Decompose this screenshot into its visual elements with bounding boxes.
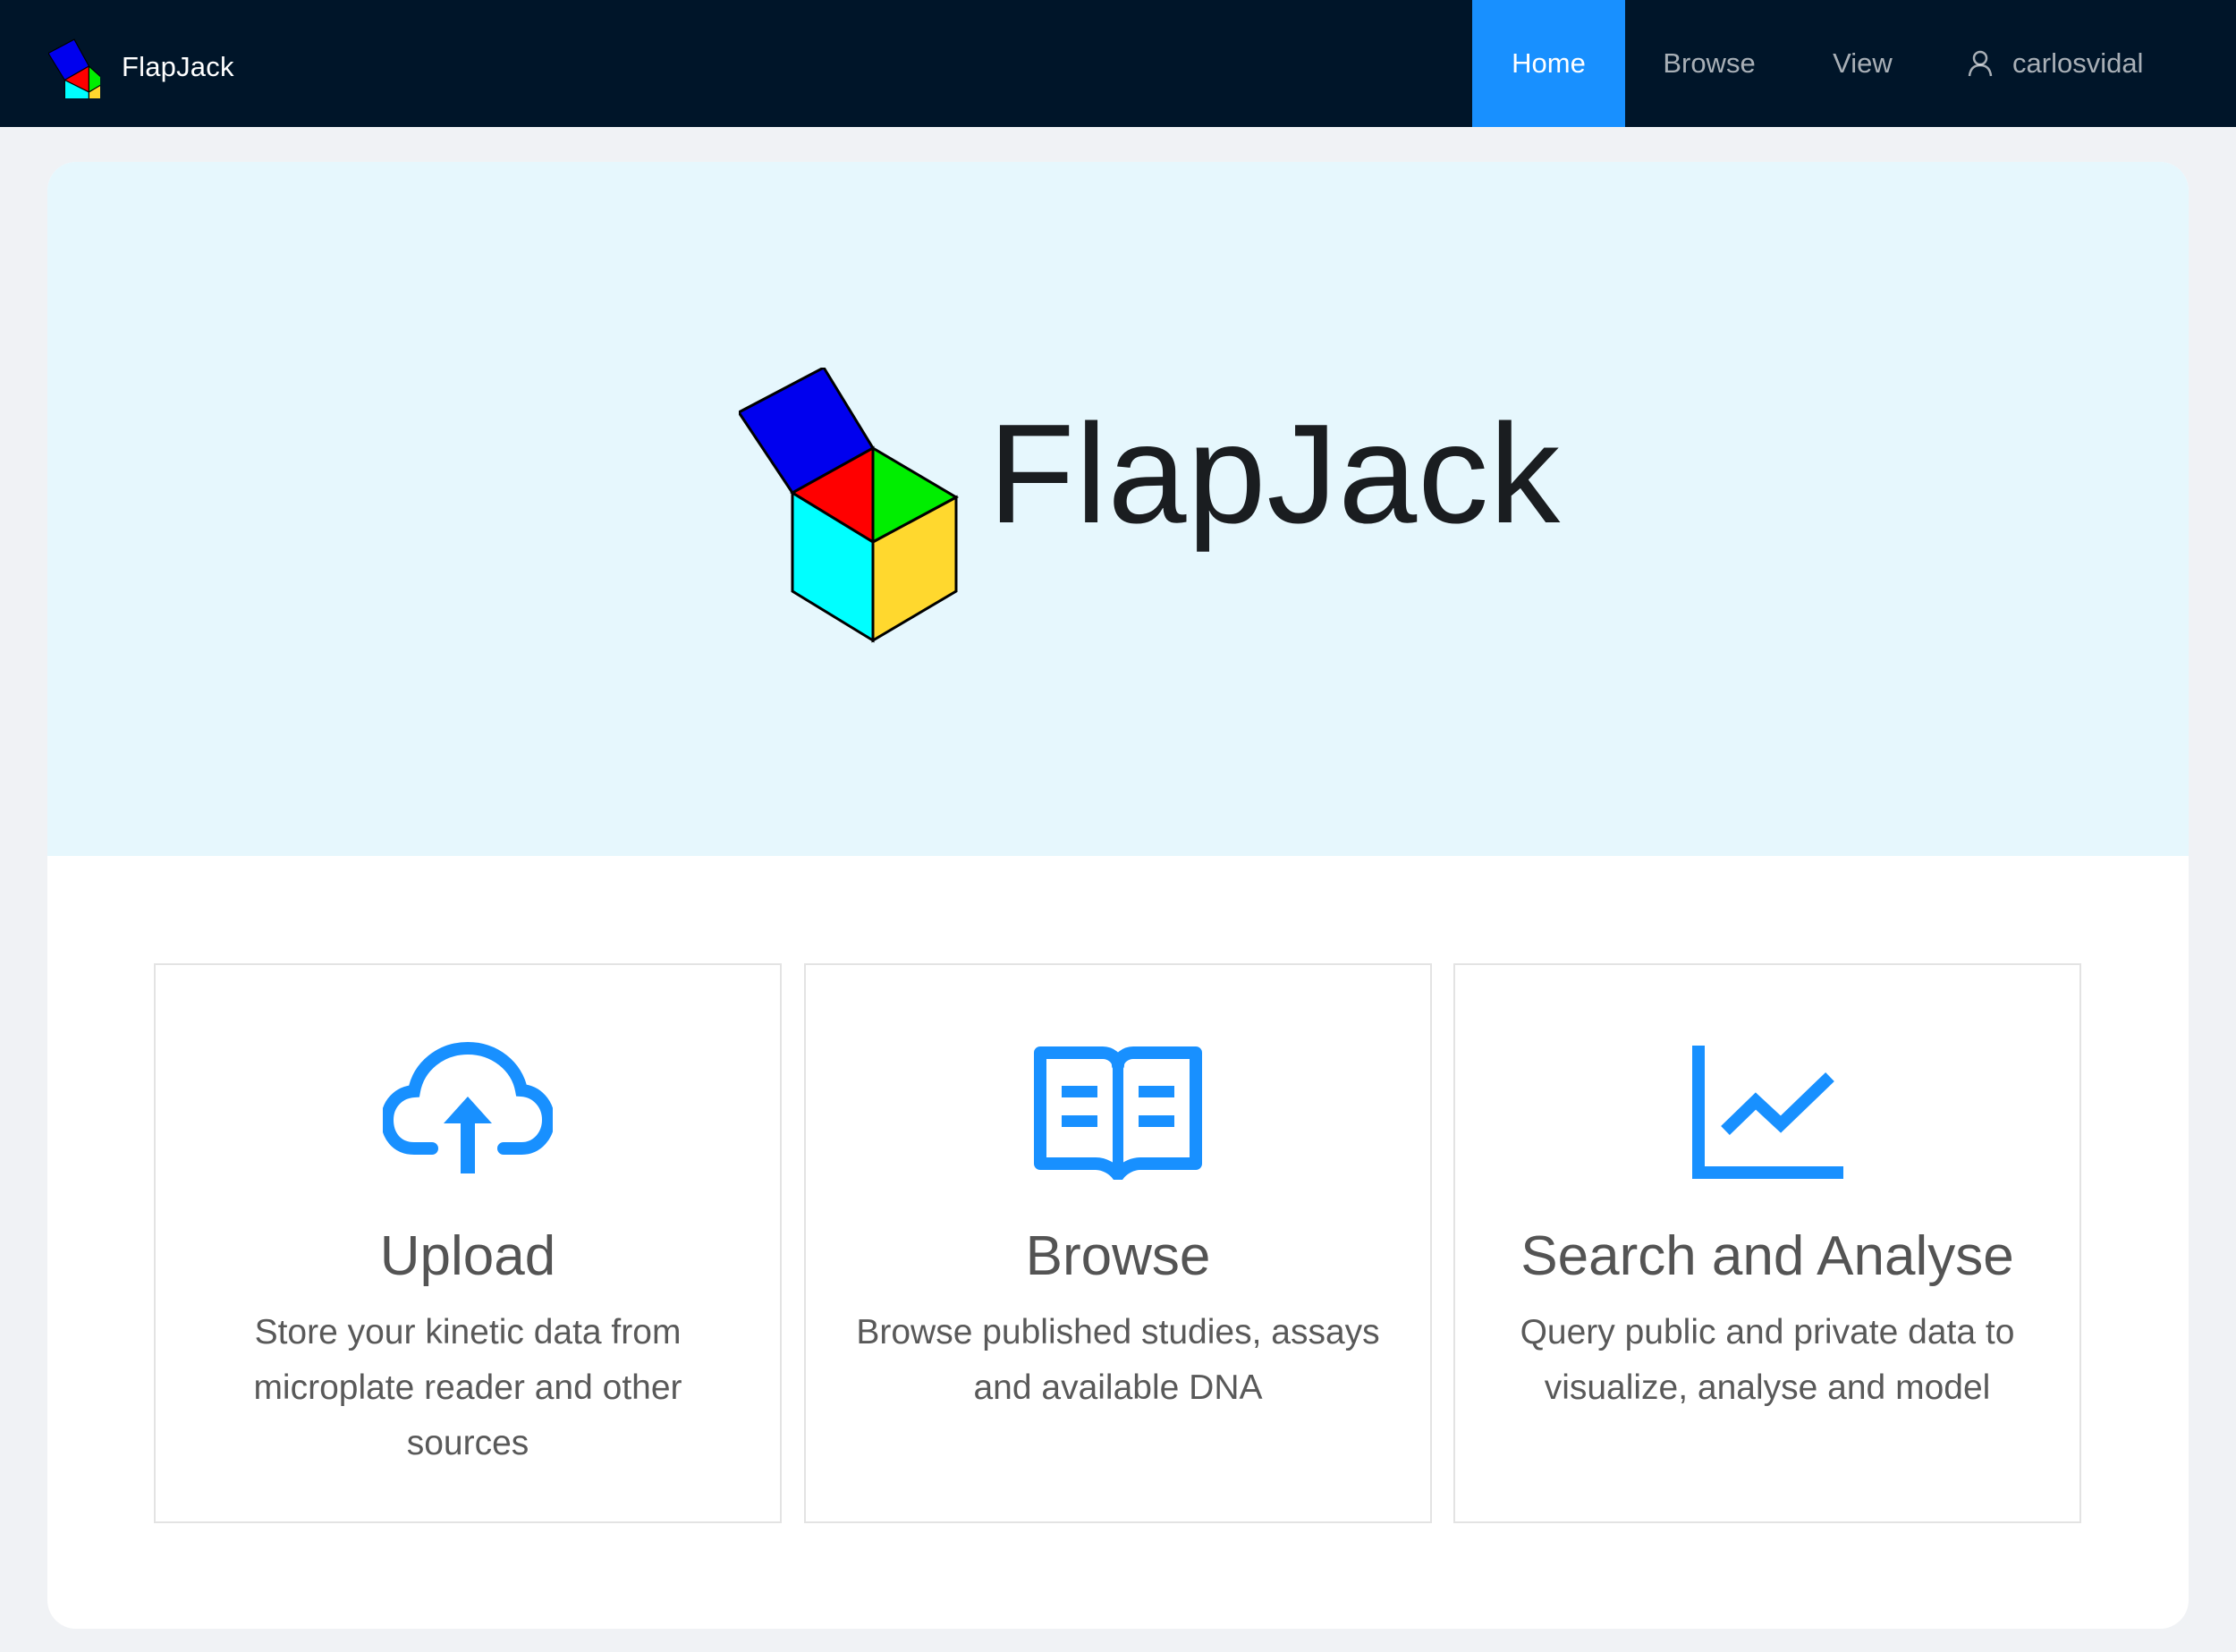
feature-card-search-analyse[interactable]: Search and Analyse Query public and priv…: [1453, 963, 2081, 1523]
top-navigation-bar: FlapJack Home Browse View carlosvidal: [0, 0, 2236, 127]
book-icon: [1034, 1046, 1202, 1180]
feature-title: Upload: [379, 1225, 556, 1287]
feature-description: Query public and private data to visuali…: [1520, 1313, 2015, 1407]
brand[interactable]: FlapJack: [48, 36, 234, 98]
user-name: carlosvidal: [2012, 47, 2144, 79]
brand-name: FlapJack: [122, 51, 234, 82]
nav-browse[interactable]: Browse: [1625, 0, 1793, 127]
hero-title: FlapJack: [988, 395, 1562, 553]
nav-view[interactable]: View: [1793, 0, 1932, 127]
hero-banner: FlapJack: [47, 162, 2189, 856]
feature-title: Browse: [1025, 1225, 1211, 1287]
cloud-upload-icon: [383, 1041, 553, 1173]
feature-card-upload[interactable]: Upload Store your kinetic data from micr…: [154, 963, 782, 1523]
content-card: FlapJack Upload Store your kinetic data …: [47, 162, 2189, 1629]
user-icon: [1968, 50, 1993, 77]
feature-description: Store your kinetic data from microplate …: [253, 1313, 682, 1462]
feature-card-browse[interactable]: Browse Browse published studies, assays …: [804, 963, 1432, 1523]
feature-description: Browse published studies, assays and ava…: [856, 1313, 1380, 1407]
nav-user-menu[interactable]: carlosvidal: [1932, 0, 2236, 127]
feature-title: Search and Analyse: [1520, 1225, 2014, 1287]
line-chart-icon: [1692, 1046, 1843, 1179]
flapjack-logo-icon: [48, 38, 100, 98]
flapjack-cube-logo-icon: [739, 368, 960, 643]
nav-home[interactable]: Home: [1472, 0, 1625, 127]
main-menu: Home Browse View carlosvidal: [1472, 0, 2236, 127]
